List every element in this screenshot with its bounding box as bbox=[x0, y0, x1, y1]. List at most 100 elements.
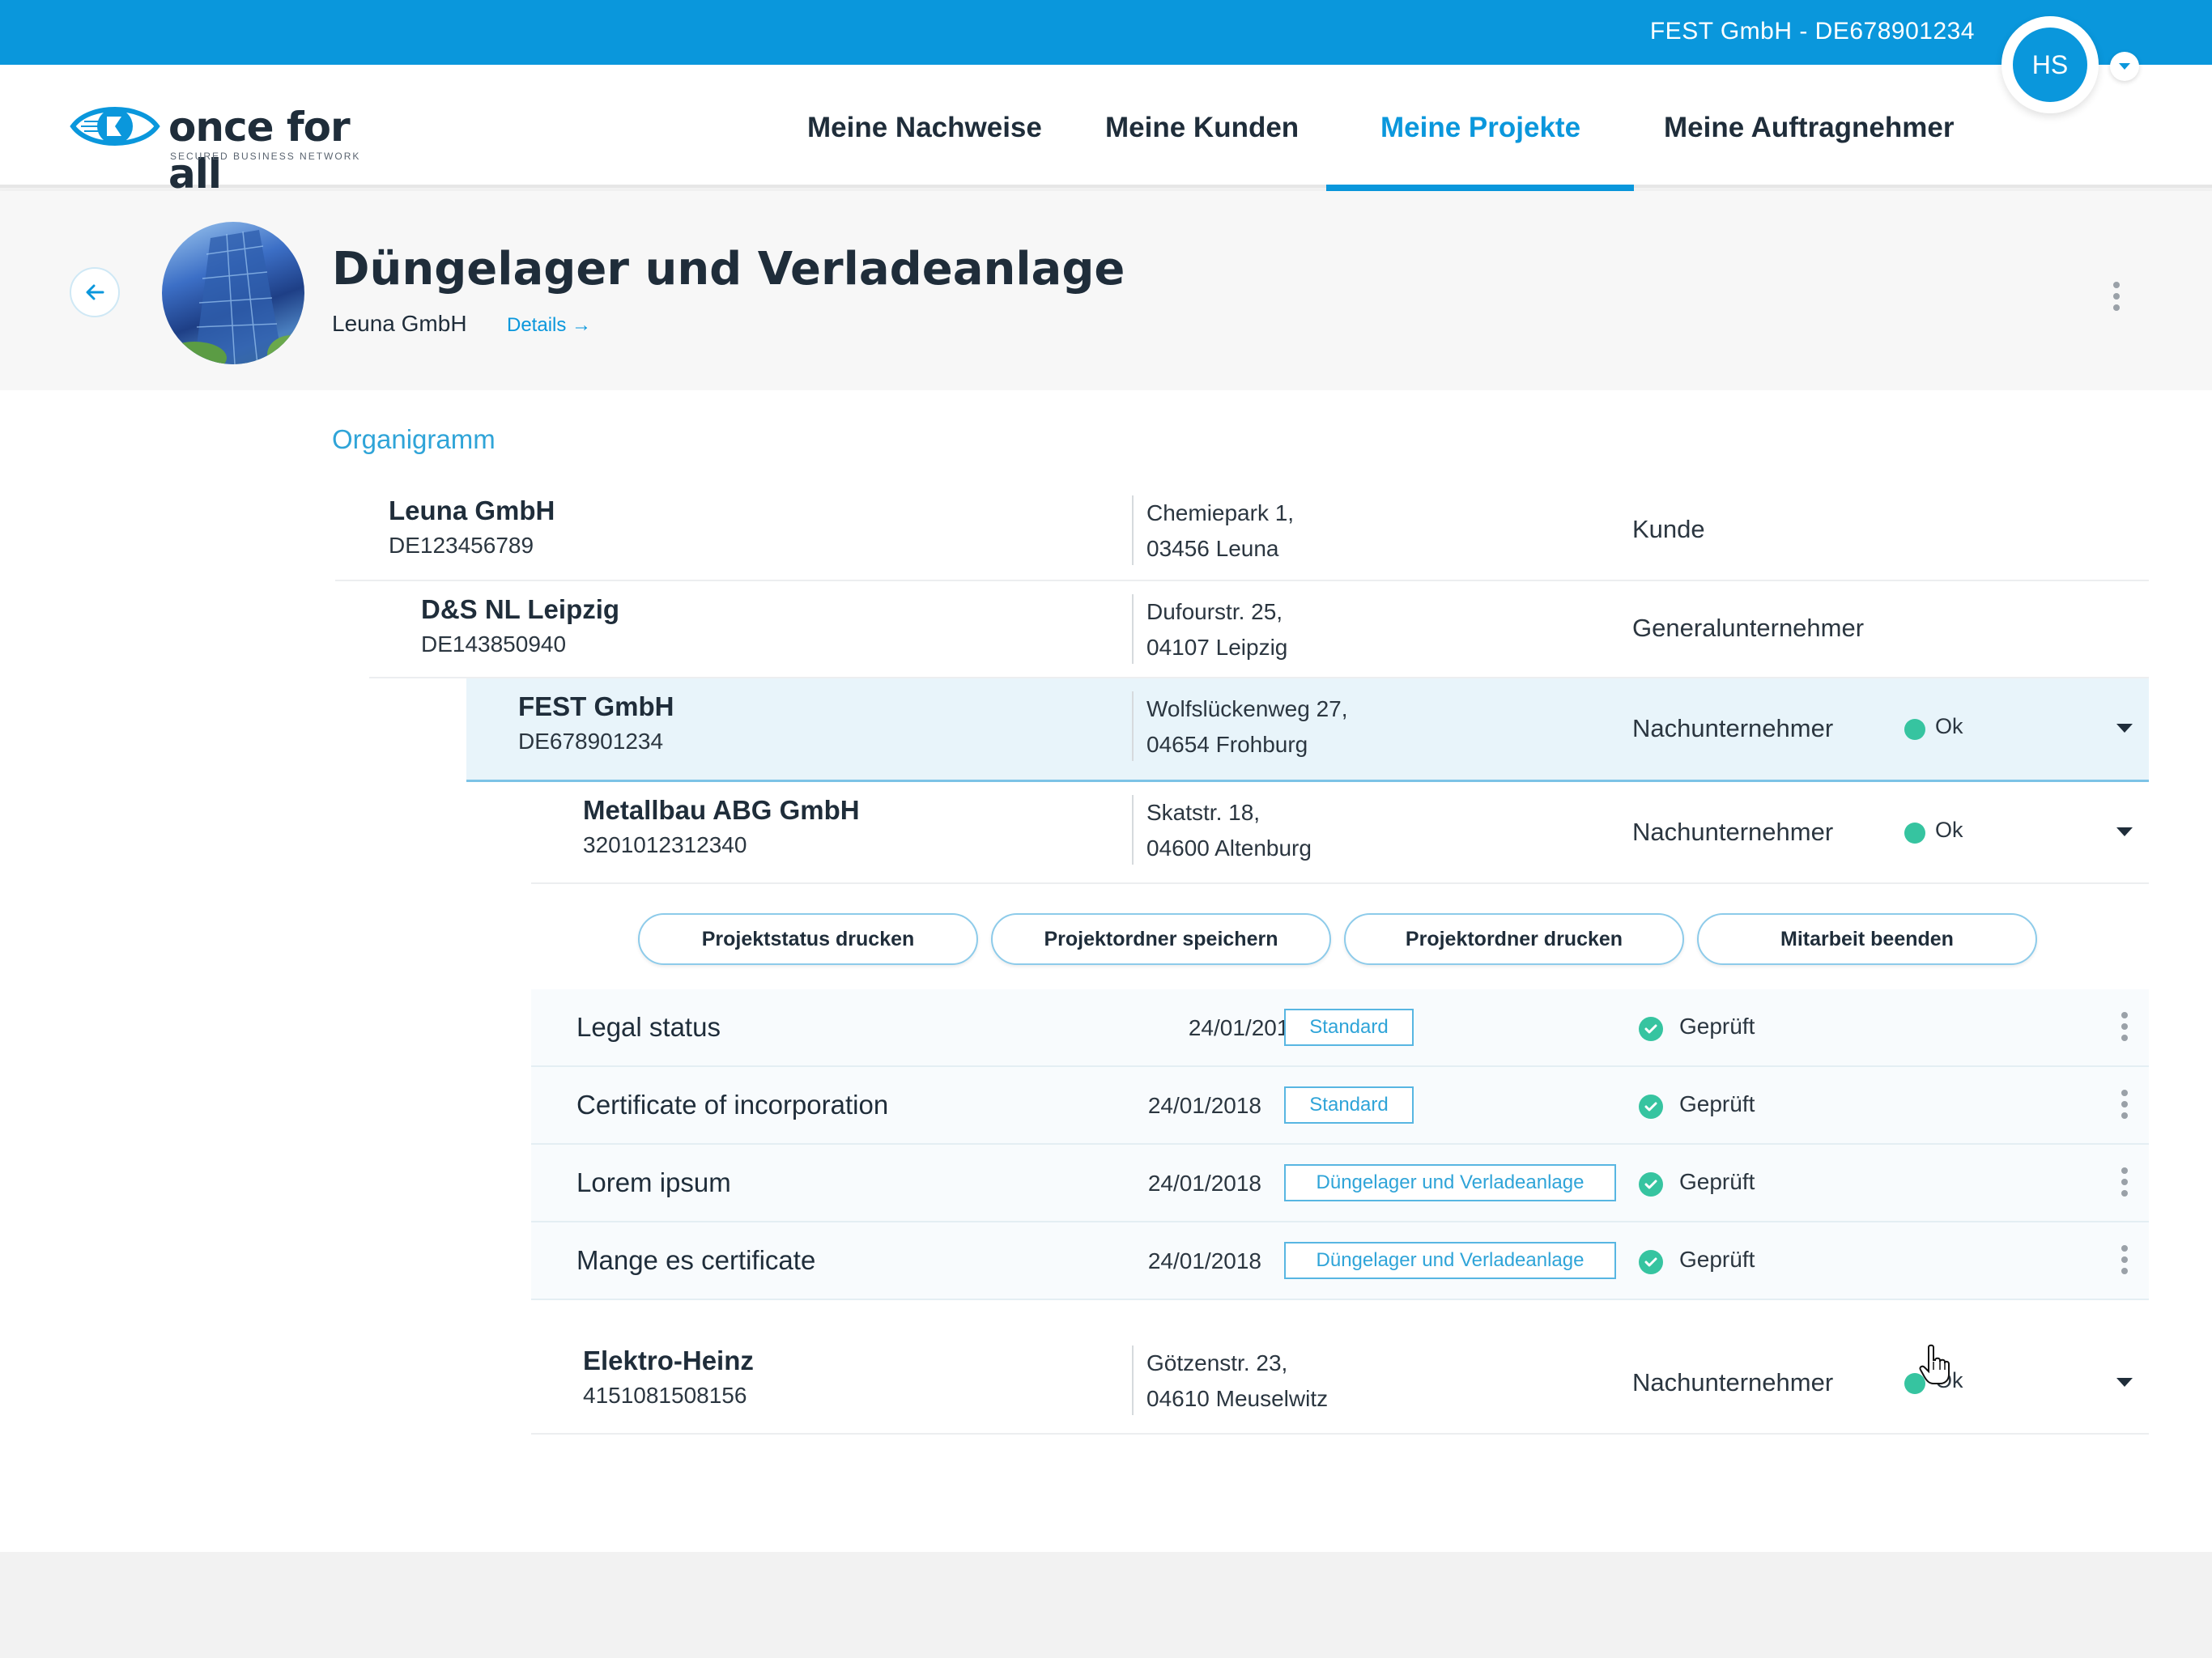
document-tag: Standard bbox=[1284, 1086, 1414, 1124]
user-menu[interactable]: HS bbox=[2001, 16, 2099, 113]
org-row-ds-leipzig[interactable]: D&S NL Leipzig DE143850940 Dufourstr. 25… bbox=[369, 581, 2149, 678]
org-role: Nachunternehmer bbox=[1632, 818, 1834, 846]
document-row[interactable]: Lorem ipsum 24/01/2018 Düngelager und Ve… bbox=[531, 1145, 2149, 1222]
top-bar: FEST GmbH - DE678901234 bbox=[0, 0, 2212, 65]
verified-check-icon bbox=[1639, 1250, 1663, 1274]
document-more-icon[interactable] bbox=[2121, 1245, 2128, 1274]
divider bbox=[1132, 1346, 1134, 1415]
address-street: Wolfslückenweg 27, bbox=[1146, 696, 1348, 721]
project-image bbox=[162, 222, 304, 364]
org-name: Leuna GmbH bbox=[389, 495, 555, 525]
document-date: 24/01/2018 bbox=[1147, 1248, 1261, 1273]
status-ok-icon bbox=[1904, 823, 1925, 844]
org-name: Elektro-Heinz bbox=[583, 1346, 754, 1375]
document-more-icon[interactable] bbox=[2121, 1090, 2128, 1119]
org-role: Generalunternehmer bbox=[1632, 614, 1865, 642]
divider bbox=[1132, 594, 1134, 664]
org-row-metallbau[interactable]: Metallbau ABG GmbH 3201012312340 Skatstr… bbox=[531, 782, 2149, 884]
eye-logo-icon bbox=[70, 107, 160, 146]
brand-tagline: SECURED BUSINESS NETWORK bbox=[170, 151, 361, 162]
user-menu-caret-icon[interactable] bbox=[2110, 52, 2139, 81]
verified-check-icon bbox=[1639, 1017, 1663, 1041]
document-tag: Düngelager und Verladeanlage bbox=[1284, 1164, 1616, 1201]
status-text: Ok bbox=[1935, 818, 1963, 842]
address-street: Dufourstr. 25, bbox=[1146, 599, 1283, 624]
page-footer bbox=[0, 1552, 2212, 1658]
document-row[interactable]: Legal status 24/01/2018 Standard Geprüft bbox=[531, 989, 2149, 1067]
arrow-left-icon bbox=[86, 284, 104, 300]
back-button[interactable] bbox=[70, 267, 120, 317]
expand-caret-icon[interactable] bbox=[2116, 724, 2133, 733]
org-address: Skatstr. 18, 04600 Altenburg bbox=[1146, 795, 1312, 866]
org-id: 3201012312340 bbox=[583, 832, 747, 857]
document-row[interactable]: Mange es certificate 24/01/2018 Düngelag… bbox=[531, 1222, 2149, 1300]
current-company: FEST GmbH - DE678901234 bbox=[1649, 18, 1975, 45]
verified-check-icon bbox=[1639, 1095, 1663, 1119]
address-city: 04600 Altenburg bbox=[1146, 835, 1312, 861]
address-city: 03456 Leuna bbox=[1146, 536, 1279, 561]
expand-caret-icon[interactable] bbox=[2116, 827, 2133, 836]
org-row-fest[interactable]: FEST GmbH DE678901234 Wolfslückenweg 27,… bbox=[466, 678, 2149, 782]
document-more-icon[interactable] bbox=[2121, 1167, 2128, 1197]
hand-cursor-icon bbox=[1919, 1344, 1950, 1384]
org-id: DE143850940 bbox=[421, 631, 567, 657]
divider bbox=[1132, 495, 1134, 565]
print-project-folder-button[interactable]: Projektordner drucken bbox=[1344, 913, 1684, 965]
organigram-title: Organigramm bbox=[332, 424, 496, 454]
nav-meine-kunden[interactable]: Meine Kunden bbox=[1105, 112, 1299, 144]
org-row-leuna[interactable]: Leuna GmbH DE123456789 Chemiepark 1, 034… bbox=[335, 483, 2149, 581]
document-date: 24/01/2018 bbox=[1147, 1171, 1261, 1196]
end-collaboration-button[interactable]: Mitarbeit beenden bbox=[1697, 913, 2037, 965]
expand-caret-icon[interactable] bbox=[2116, 1378, 2133, 1387]
org-id: DE123456789 bbox=[389, 533, 534, 558]
verified-check-icon bbox=[1639, 1172, 1663, 1197]
nav-meine-nachweise[interactable]: Meine Nachweise bbox=[807, 112, 1042, 144]
org-address: Dufourstr. 25, 04107 Leipzig bbox=[1146, 594, 1287, 665]
document-name: Certificate of incorporation bbox=[576, 1090, 889, 1120]
document-more-icon[interactable] bbox=[2121, 1012, 2128, 1041]
document-status: Geprüft bbox=[1679, 1247, 1755, 1272]
document-list: Legal status 24/01/2018 Standard Geprüft… bbox=[531, 989, 2149, 1300]
nav-meine-projekte[interactable]: Meine Projekte bbox=[1380, 112, 1580, 144]
org-role: Nachunternehmer bbox=[1632, 1368, 1834, 1397]
document-name: Mange es certificate bbox=[576, 1245, 816, 1275]
org-id: 4151081508156 bbox=[583, 1383, 747, 1408]
address-city: 04107 Leipzig bbox=[1146, 635, 1288, 660]
avatar[interactable]: HS bbox=[2013, 28, 2087, 102]
details-link[interactable]: Details → bbox=[507, 314, 591, 337]
status-ok-icon bbox=[1904, 719, 1925, 740]
document-name: Lorem ipsum bbox=[576, 1167, 731, 1197]
document-tag: Standard bbox=[1284, 1009, 1414, 1046]
address-street: Skatstr. 18, bbox=[1146, 800, 1261, 825]
org-row-elektro-heinz[interactable]: Elektro-Heinz 4151081508156 Götzenstr. 2… bbox=[531, 1333, 2149, 1435]
document-date: 24/01/2018 bbox=[1147, 1093, 1261, 1118]
address-street: Chemiepark 1, bbox=[1146, 500, 1295, 525]
project-client: Leuna GmbH bbox=[332, 311, 467, 336]
org-address: Wolfslückenweg 27, 04654 Frohburg bbox=[1146, 691, 1348, 763]
org-address: Götzenstr. 23, 04610 Meuselwitz bbox=[1146, 1346, 1328, 1417]
address-city: 04610 Meuselwitz bbox=[1146, 1386, 1329, 1411]
org-role: Kunde bbox=[1632, 515, 1705, 543]
org-name: Metallbau ABG GmbH bbox=[583, 795, 860, 825]
address-city: 04654 Frohburg bbox=[1146, 732, 1308, 757]
org-name: FEST GmbH bbox=[518, 691, 674, 721]
brand-logo[interactable]: once for all SECURED BUSINESS NETWORK bbox=[70, 99, 410, 198]
document-row[interactable]: Certificate of incorporation 24/01/2018 … bbox=[531, 1067, 2149, 1145]
main-nav: once for all SECURED BUSINESS NETWORK Me… bbox=[0, 65, 2212, 198]
document-name: Legal status bbox=[576, 1012, 721, 1042]
active-nav-indicator bbox=[1326, 185, 1634, 191]
document-status: Geprüft bbox=[1679, 1091, 1755, 1116]
project-header: Düngelager und Verladeanlage Leuna GmbH … bbox=[0, 191, 2212, 390]
nav-meine-auftragnehmer[interactable]: Meine Auftragnehmer bbox=[1664, 112, 1954, 144]
save-project-folder-button[interactable]: Projektordner speichern bbox=[991, 913, 1331, 965]
document-status: Geprüft bbox=[1679, 1014, 1755, 1039]
project-more-icon[interactable] bbox=[2113, 282, 2120, 311]
address-street: Götzenstr. 23, bbox=[1146, 1350, 1288, 1375]
divider bbox=[1132, 691, 1134, 761]
org-name: D&S NL Leipzig bbox=[421, 594, 620, 624]
document-status: Geprüft bbox=[1679, 1169, 1755, 1194]
print-project-status-button[interactable]: Projektstatus drucken bbox=[638, 913, 978, 965]
org-address: Chemiepark 1, 03456 Leuna bbox=[1146, 495, 1294, 567]
project-title: Düngelager und Verladeanlage bbox=[332, 243, 1125, 295]
divider bbox=[1132, 795, 1134, 865]
